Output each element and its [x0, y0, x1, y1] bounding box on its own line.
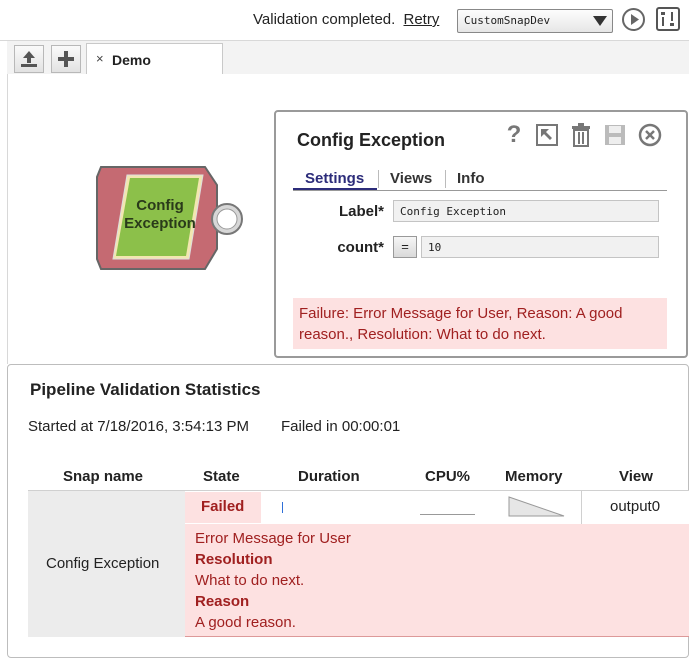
- retry-link[interactable]: Retry: [403, 11, 439, 28]
- view-cell[interactable]: output0: [581, 491, 689, 524]
- panel-title: Config Exception: [297, 130, 445, 150]
- snap-name-line2: Exception: [124, 215, 196, 232]
- stats-title: Pipeline Validation Statistics: [30, 380, 261, 399]
- failed-in: Failed in 00:00:01: [281, 418, 401, 435]
- tab-baseline: [293, 190, 667, 191]
- delete-icon[interactable]: [569, 122, 593, 148]
- table-row-snap-name: Config Exception: [28, 491, 185, 637]
- row-snap-name: Config Exception: [46, 555, 160, 572]
- snap-settings-panel: Config Exception ? Settings Views Info L…: [274, 110, 688, 358]
- chevron-down-icon: [593, 16, 607, 26]
- col-memory: Memory: [505, 468, 563, 485]
- close-icon[interactable]: [637, 122, 663, 148]
- cpu-sparkline: [420, 514, 475, 515]
- status-badge: Failed: [185, 492, 261, 523]
- snap-config-exception[interactable]: Config Exception: [95, 163, 247, 275]
- resolution-text: What to do next.: [195, 572, 305, 589]
- validation-stats-panel: Pipeline Validation Statistics Started a…: [7, 364, 689, 658]
- close-tab-icon[interactable]: ×: [96, 51, 104, 66]
- plus-icon[interactable]: [51, 45, 81, 73]
- col-snap-name: Snap name: [63, 468, 144, 485]
- open-icon[interactable]: [535, 123, 559, 147]
- tab-divider: [378, 170, 379, 188]
- tab-divider: [445, 170, 446, 188]
- tab-demo[interactable]: × Demo: [86, 43, 223, 74]
- row-view[interactable]: output0: [610, 498, 660, 515]
- col-duration: Duration: [298, 468, 360, 485]
- count-field[interactable]: 10: [421, 236, 659, 258]
- snap-name-line1: Config: [136, 197, 184, 214]
- memory-sparkline: [508, 496, 565, 517]
- failure-message: Failure: Error Message for User, Reason:…: [293, 298, 667, 349]
- settings-icon[interactable]: [655, 6, 681, 32]
- execute-icon[interactable]: [620, 6, 646, 32]
- col-cpu: CPU%: [425, 468, 471, 485]
- label-field[interactable]: Config Exception: [393, 200, 659, 222]
- started-at: Started at 7/18/2016, 3:54:13 PM: [28, 418, 249, 435]
- tab-views[interactable]: Views: [390, 170, 432, 187]
- top-bar: Validation completed. Retry CustomSnapDe…: [0, 0, 689, 41]
- tab-settings[interactable]: Settings: [305, 170, 364, 187]
- error-message: Error Message for User: [195, 530, 351, 547]
- duration-bar: [282, 502, 283, 513]
- row-state: Failed: [201, 498, 245, 515]
- reason-text: A good reason.: [195, 614, 296, 631]
- reason-heading: Reason: [195, 593, 250, 610]
- tab-info[interactable]: Info: [457, 170, 485, 187]
- save-icon[interactable]: [603, 123, 627, 147]
- upload-icon[interactable]: [14, 45, 44, 73]
- validation-status: Validation completed. Retry: [253, 11, 439, 28]
- resolution-heading: Resolution: [195, 551, 273, 568]
- tab-label: Demo: [112, 52, 151, 68]
- error-details: Error Message for User Resolution What t…: [185, 524, 689, 637]
- count-field-label: count*: [337, 239, 384, 256]
- status-text: Validation completed.: [253, 11, 396, 28]
- label-field-label: Label*: [338, 203, 384, 220]
- expression-toggle-button[interactable]: =: [393, 236, 417, 258]
- org-select[interactable]: CustomSnapDev: [457, 9, 613, 33]
- org-select-value: CustomSnapDev: [464, 14, 551, 27]
- help-icon[interactable]: ?: [502, 121, 526, 148]
- col-view: View: [619, 468, 653, 485]
- col-state: State: [203, 468, 240, 485]
